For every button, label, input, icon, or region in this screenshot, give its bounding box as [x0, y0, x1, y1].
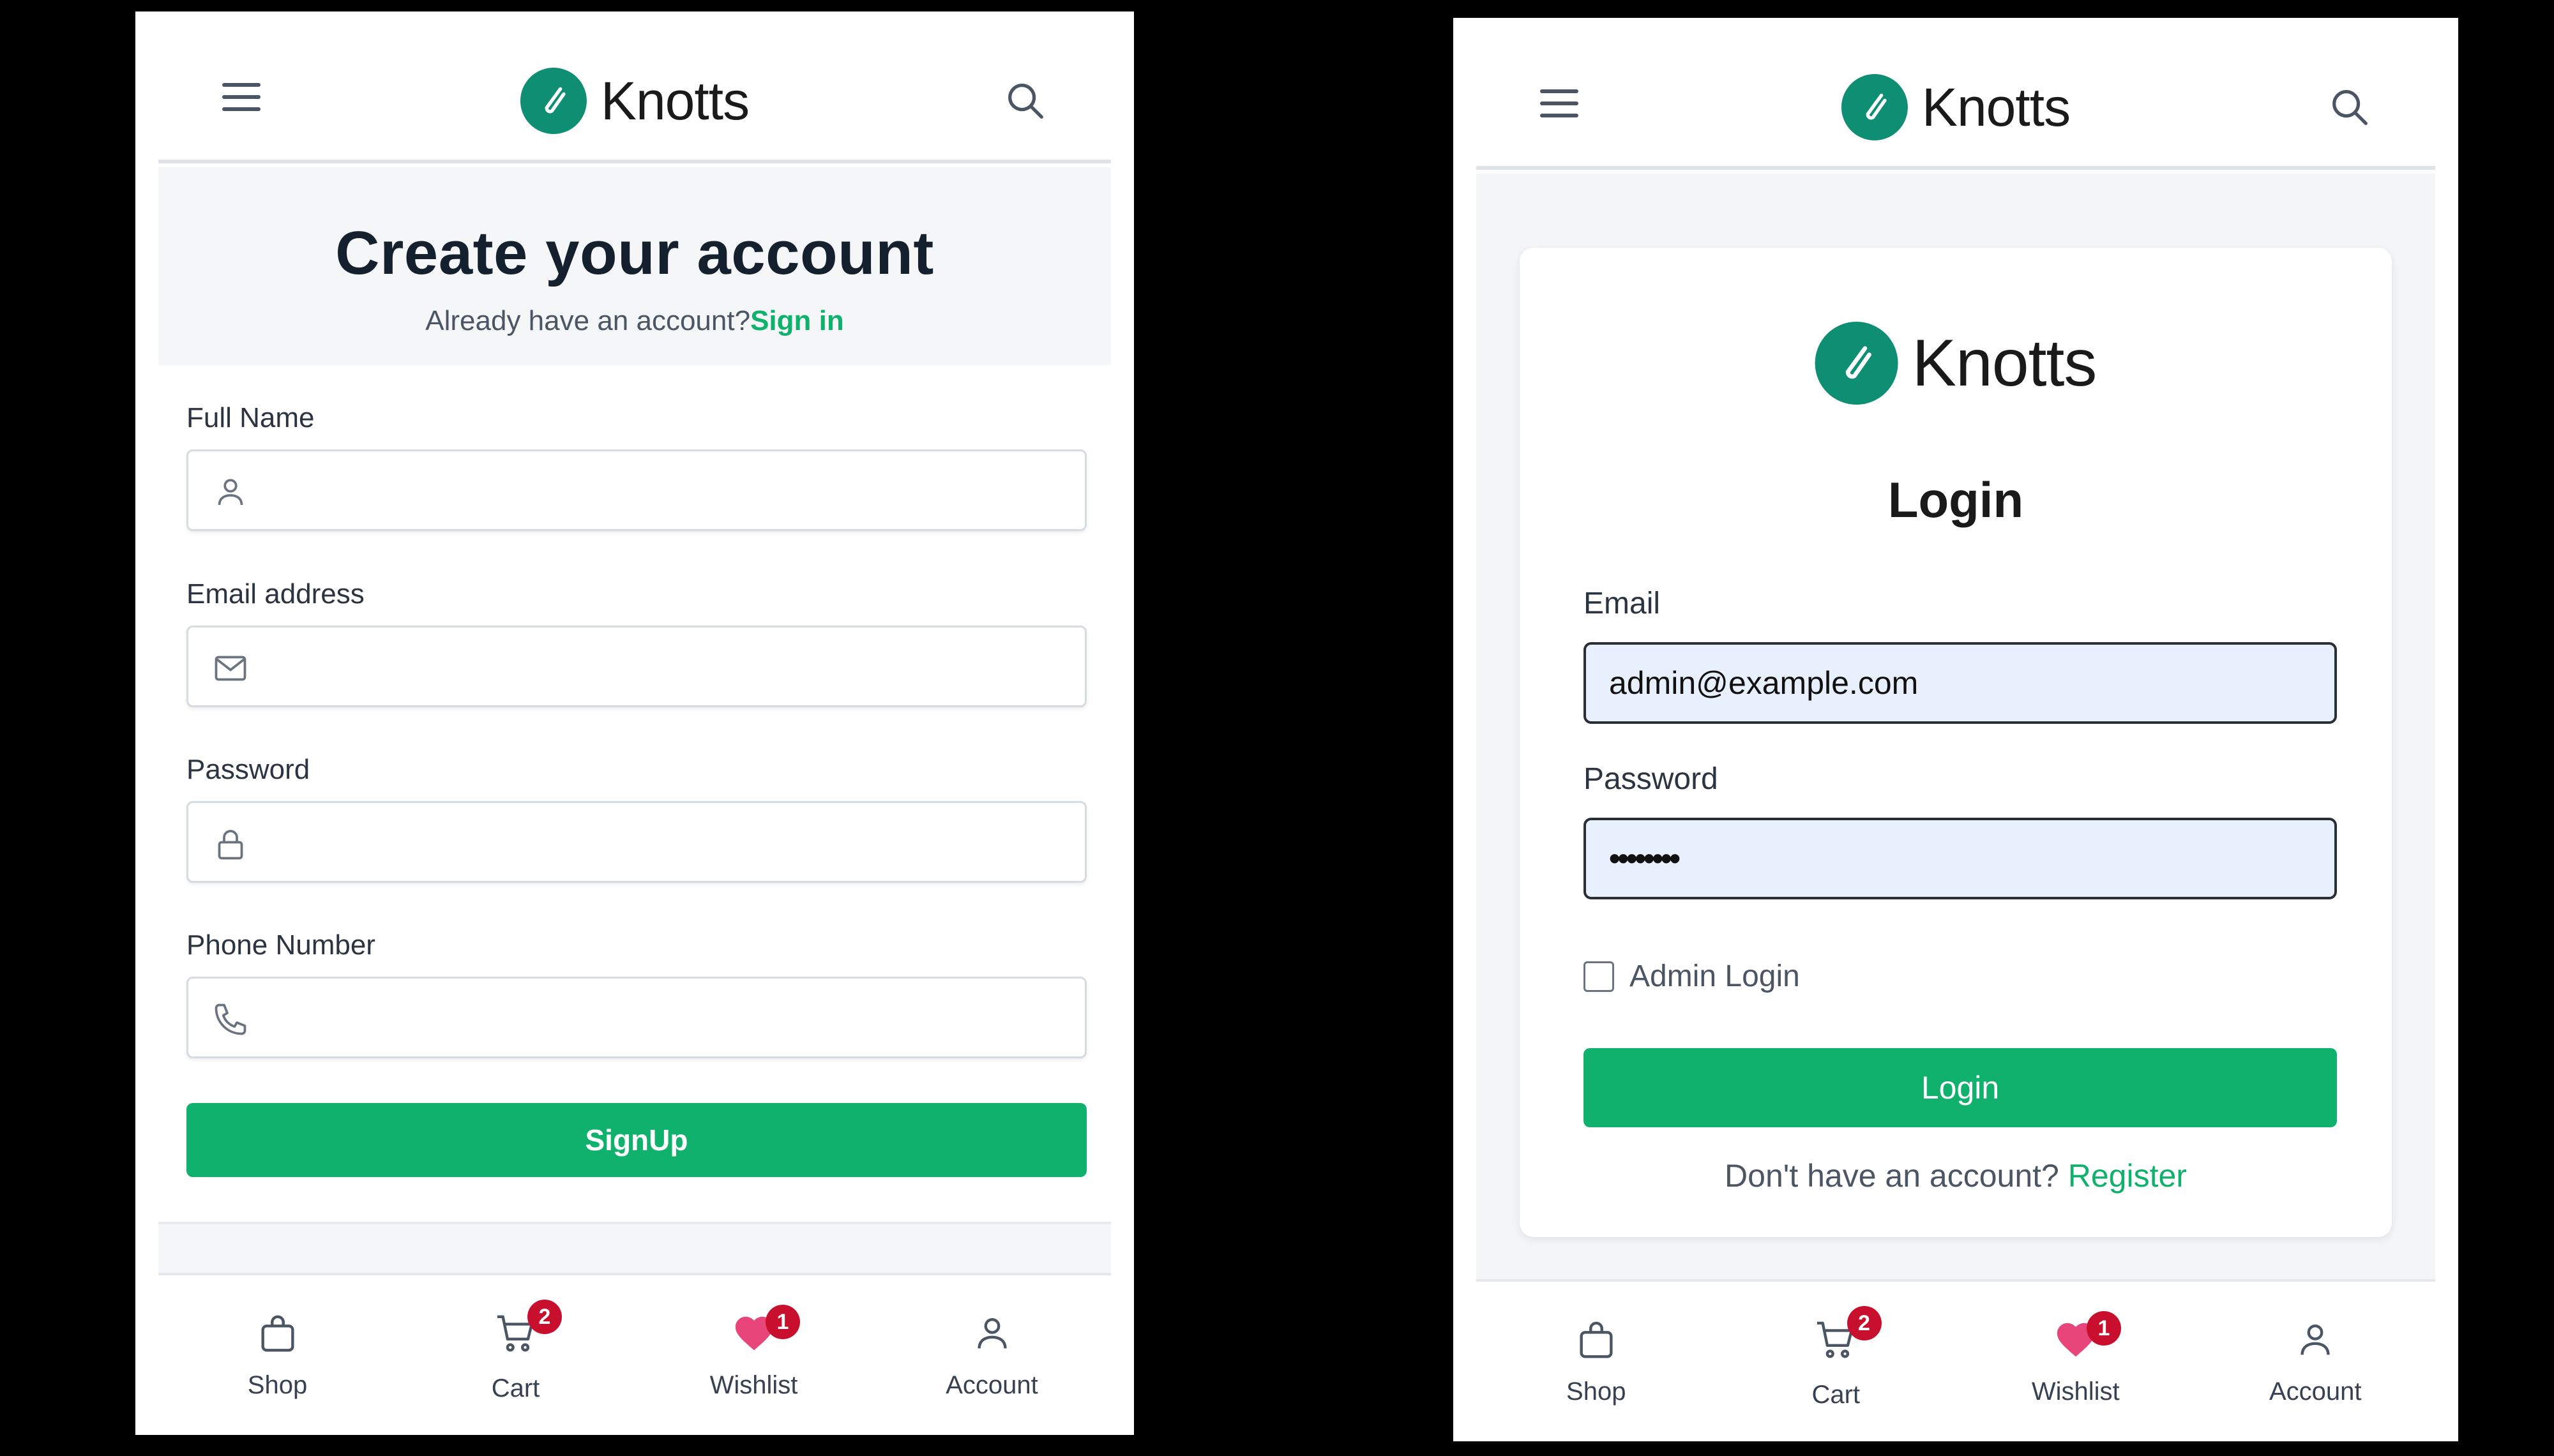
- brand-logo[interactable]: Knotts: [1841, 74, 2071, 140]
- section-divider: [158, 1222, 1111, 1273]
- phone-label: Phone Number: [186, 929, 375, 961]
- full-name-input[interactable]: [186, 449, 1087, 531]
- cart-count-badge: 2: [527, 1300, 562, 1334]
- signup-hero: Create your account Already have an acco…: [158, 167, 1111, 365]
- nav-cart-label: Cart: [1811, 1381, 1861, 1409]
- signin-link[interactable]: Sign in: [750, 305, 844, 336]
- nav-cart-label: Cart: [491, 1374, 540, 1402]
- search-icon[interactable]: [1002, 78, 1047, 123]
- app-header: Knotts: [1476, 18, 2435, 170]
- user-icon: [218, 479, 243, 506]
- nav-cart[interactable]: 2 Cart: [1716, 1282, 1956, 1441]
- brand-logo[interactable]: Knotts: [520, 68, 750, 134]
- login-card: Knotts Login Email admin@example.com Pas…: [1520, 248, 2392, 1237]
- brand-name: Knotts: [600, 70, 750, 131]
- password-label: Password: [1583, 762, 1718, 796]
- signup-screen: Knotts Create your account Already have …: [135, 11, 1134, 1435]
- full-name-label: Full Name: [186, 402, 315, 433]
- wishlist-count-badge: 1: [2087, 1311, 2121, 1346]
- app-header: Knotts: [158, 11, 1111, 163]
- account-icon: [2301, 1324, 2330, 1355]
- hamburger-menu-icon[interactable]: [1540, 89, 1578, 117]
- nav-wishlist[interactable]: 1 Wishlist: [1956, 1282, 2196, 1441]
- wishlist-count-badge: 1: [766, 1305, 800, 1339]
- signup-button[interactable]: SignUp: [186, 1103, 1087, 1177]
- password-input[interactable]: [186, 801, 1087, 883]
- shopping-bag-icon: [1580, 1321, 1613, 1358]
- password-label: Password: [186, 754, 310, 785]
- nav-account[interactable]: Account: [2196, 1282, 2436, 1441]
- mail-icon: [215, 656, 246, 681]
- nav-account-label: Account: [946, 1371, 1038, 1399]
- card-brand-logo: Knotts: [1815, 322, 2097, 405]
- nav-shop[interactable]: Shop: [1476, 1282, 1716, 1441]
- login-button[interactable]: Login: [1583, 1048, 2337, 1127]
- admin-login-checkbox-row[interactable]: Admin Login: [1583, 959, 1800, 994]
- nav-wishlist-label: Wishlist: [2031, 1377, 2120, 1406]
- nav-shop-label: Shop: [1566, 1377, 1626, 1406]
- signin-prompt: Already have an account?Sign in: [158, 305, 1111, 337]
- nav-account-label: Account: [2269, 1377, 2362, 1406]
- phone-icon: [215, 1003, 246, 1035]
- admin-login-checkbox[interactable]: [1583, 961, 1614, 992]
- nav-cart[interactable]: 2 Cart: [397, 1275, 635, 1435]
- lock-icon: [218, 830, 243, 860]
- register-prompt: Don't have an account? Register: [1520, 1157, 2392, 1194]
- email-input[interactable]: admin@example.com: [1583, 642, 2337, 724]
- shopping-bag-icon: [261, 1315, 294, 1352]
- nav-shop[interactable]: Shop: [158, 1275, 397, 1435]
- email-input[interactable]: [186, 626, 1087, 707]
- nav-wishlist-label: Wishlist: [709, 1371, 798, 1399]
- paperclip-logo-icon: [1841, 74, 1908, 140]
- register-link[interactable]: Register: [2068, 1158, 2187, 1194]
- bottom-nav: Shop 2 Cart 1 Wishlist Account: [1476, 1279, 2435, 1441]
- email-label: Email address: [186, 578, 365, 610]
- nav-wishlist[interactable]: 1 Wishlist: [635, 1275, 873, 1435]
- admin-login-label: Admin Login: [1629, 959, 1800, 993]
- login-screen: Knotts Knotts Login Email admin@example.…: [1453, 18, 2458, 1441]
- paperclip-logo-icon: [520, 68, 587, 134]
- register-prompt-text: Don't have an account?: [1725, 1158, 2059, 1194]
- password-input[interactable]: ••••••••: [1583, 818, 2337, 899]
- brand-name: Knotts: [1921, 77, 2071, 137]
- paperclip-logo-icon: [1815, 322, 1898, 405]
- phone-input[interactable]: [186, 977, 1087, 1058]
- nav-shop-label: Shop: [247, 1371, 308, 1399]
- hamburger-menu-icon[interactable]: [222, 83, 261, 111]
- card-brand-name: Knotts: [1912, 326, 2097, 400]
- signin-prompt-text: Already have an account?: [425, 305, 751, 336]
- login-title: Login: [1887, 472, 2024, 528]
- cart-count-badge: 2: [1847, 1306, 1882, 1340]
- bottom-nav: Shop 2 Cart 1 Wishlist Account: [158, 1273, 1111, 1435]
- account-icon: [977, 1317, 1007, 1349]
- email-label: Email: [1583, 587, 1661, 620]
- search-icon[interactable]: [2327, 84, 2371, 129]
- page-title: Create your account: [335, 219, 934, 287]
- nav-account[interactable]: Account: [873, 1275, 1111, 1435]
